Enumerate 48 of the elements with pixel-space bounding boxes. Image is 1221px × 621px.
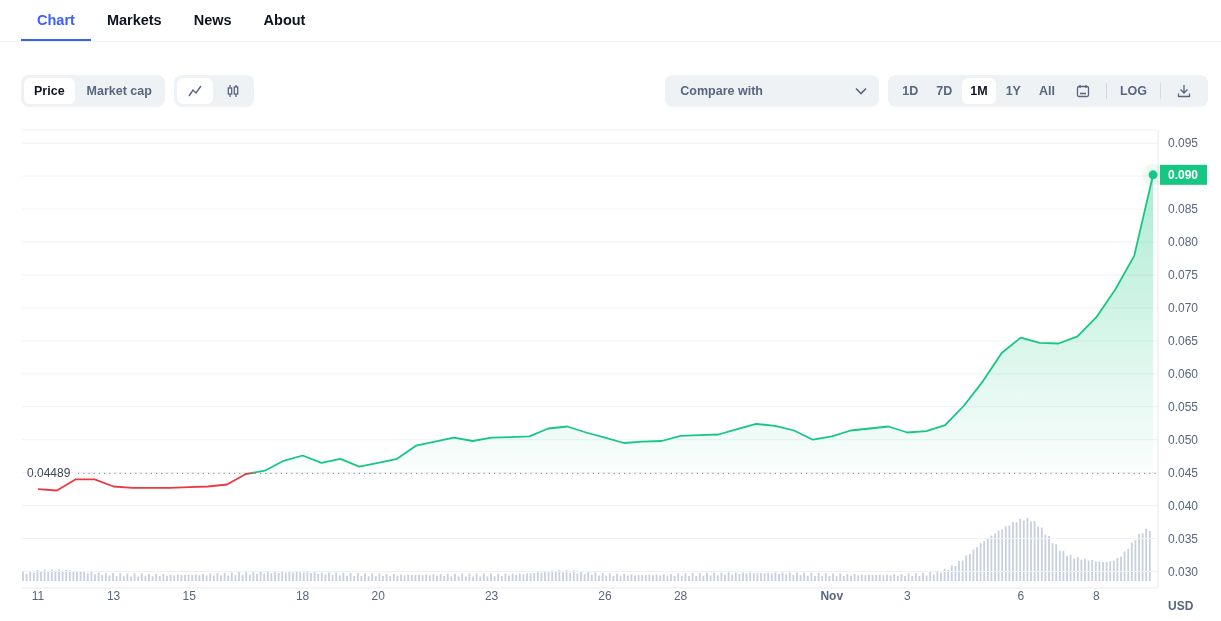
y-axis-label: 0.095 — [1168, 136, 1199, 151]
chevron-down-icon — [855, 87, 868, 95]
currency-label: USD — [1168, 599, 1194, 613]
last-price-point — [1148, 170, 1158, 180]
metric-option[interactable]: Price — [24, 78, 75, 104]
x-axis-label: 18 — [295, 589, 310, 603]
metric-option[interactable]: Market cap — [76, 78, 162, 104]
y-axis-label: 0.050 — [1168, 432, 1199, 447]
nav-tab[interactable]: About — [247, 0, 322, 41]
x-axis-label: 8 — [1093, 589, 1100, 603]
x-axis-label: 11 — [31, 589, 45, 603]
line-chart-icon — [187, 84, 202, 98]
x-axis-label: 28 — [673, 589, 688, 603]
x-axis-label: Nov — [820, 589, 844, 603]
compare-dropdown[interactable]: Compare with — [665, 75, 880, 107]
x-axis-label: 13 — [106, 589, 121, 603]
x-axis-label: 3 — [904, 589, 911, 603]
line-chart-button[interactable] — [176, 78, 213, 104]
range-button[interactable]: All — [1030, 78, 1063, 104]
download-icon — [1177, 84, 1191, 98]
y-axis-label: 0.075 — [1168, 268, 1199, 282]
log-scale-button[interactable]: LOG — [1111, 78, 1155, 104]
y-axis-label: 0.040 — [1168, 498, 1199, 513]
y-axis-label: 0.060 — [1168, 366, 1199, 381]
range-button[interactable]: 1M — [962, 78, 996, 104]
range-button[interactable]: 7D — [928, 78, 961, 104]
y-axis-label: 0.085 — [1168, 202, 1199, 217]
y-axis-label: 0.065 — [1168, 333, 1199, 348]
calendar-icon — [1075, 84, 1090, 98]
y-axis-label: 0.055 — [1168, 399, 1199, 414]
y-axis-label: 0.030 — [1168, 564, 1199, 579]
x-axis-label: 23 — [484, 589, 499, 603]
candlestick-icon — [225, 84, 240, 98]
y-axis-label: 0.080 — [1168, 235, 1199, 250]
x-axis-label: 26 — [598, 589, 612, 603]
y-axis-label: 0.045 — [1168, 465, 1199, 480]
range-button[interactable]: 1D — [894, 78, 927, 104]
reference-price-label: 0.04489 — [27, 466, 71, 481]
nav-tab[interactable]: Chart — [21, 0, 91, 41]
range-button[interactable]: 1Y — [997, 78, 1029, 104]
nav-tab[interactable]: Markets — [90, 0, 178, 41]
nav-tab[interactable]: News — [177, 0, 248, 41]
last-price-badge: 0.090 — [1160, 164, 1207, 185]
y-axis-label: 0.035 — [1168, 531, 1199, 546]
x-axis-label: 6 — [1017, 589, 1025, 603]
x-axis-label: 20 — [371, 589, 385, 603]
y-axis-label: 0.070 — [1168, 300, 1199, 315]
x-axis-label: 15 — [182, 589, 196, 603]
